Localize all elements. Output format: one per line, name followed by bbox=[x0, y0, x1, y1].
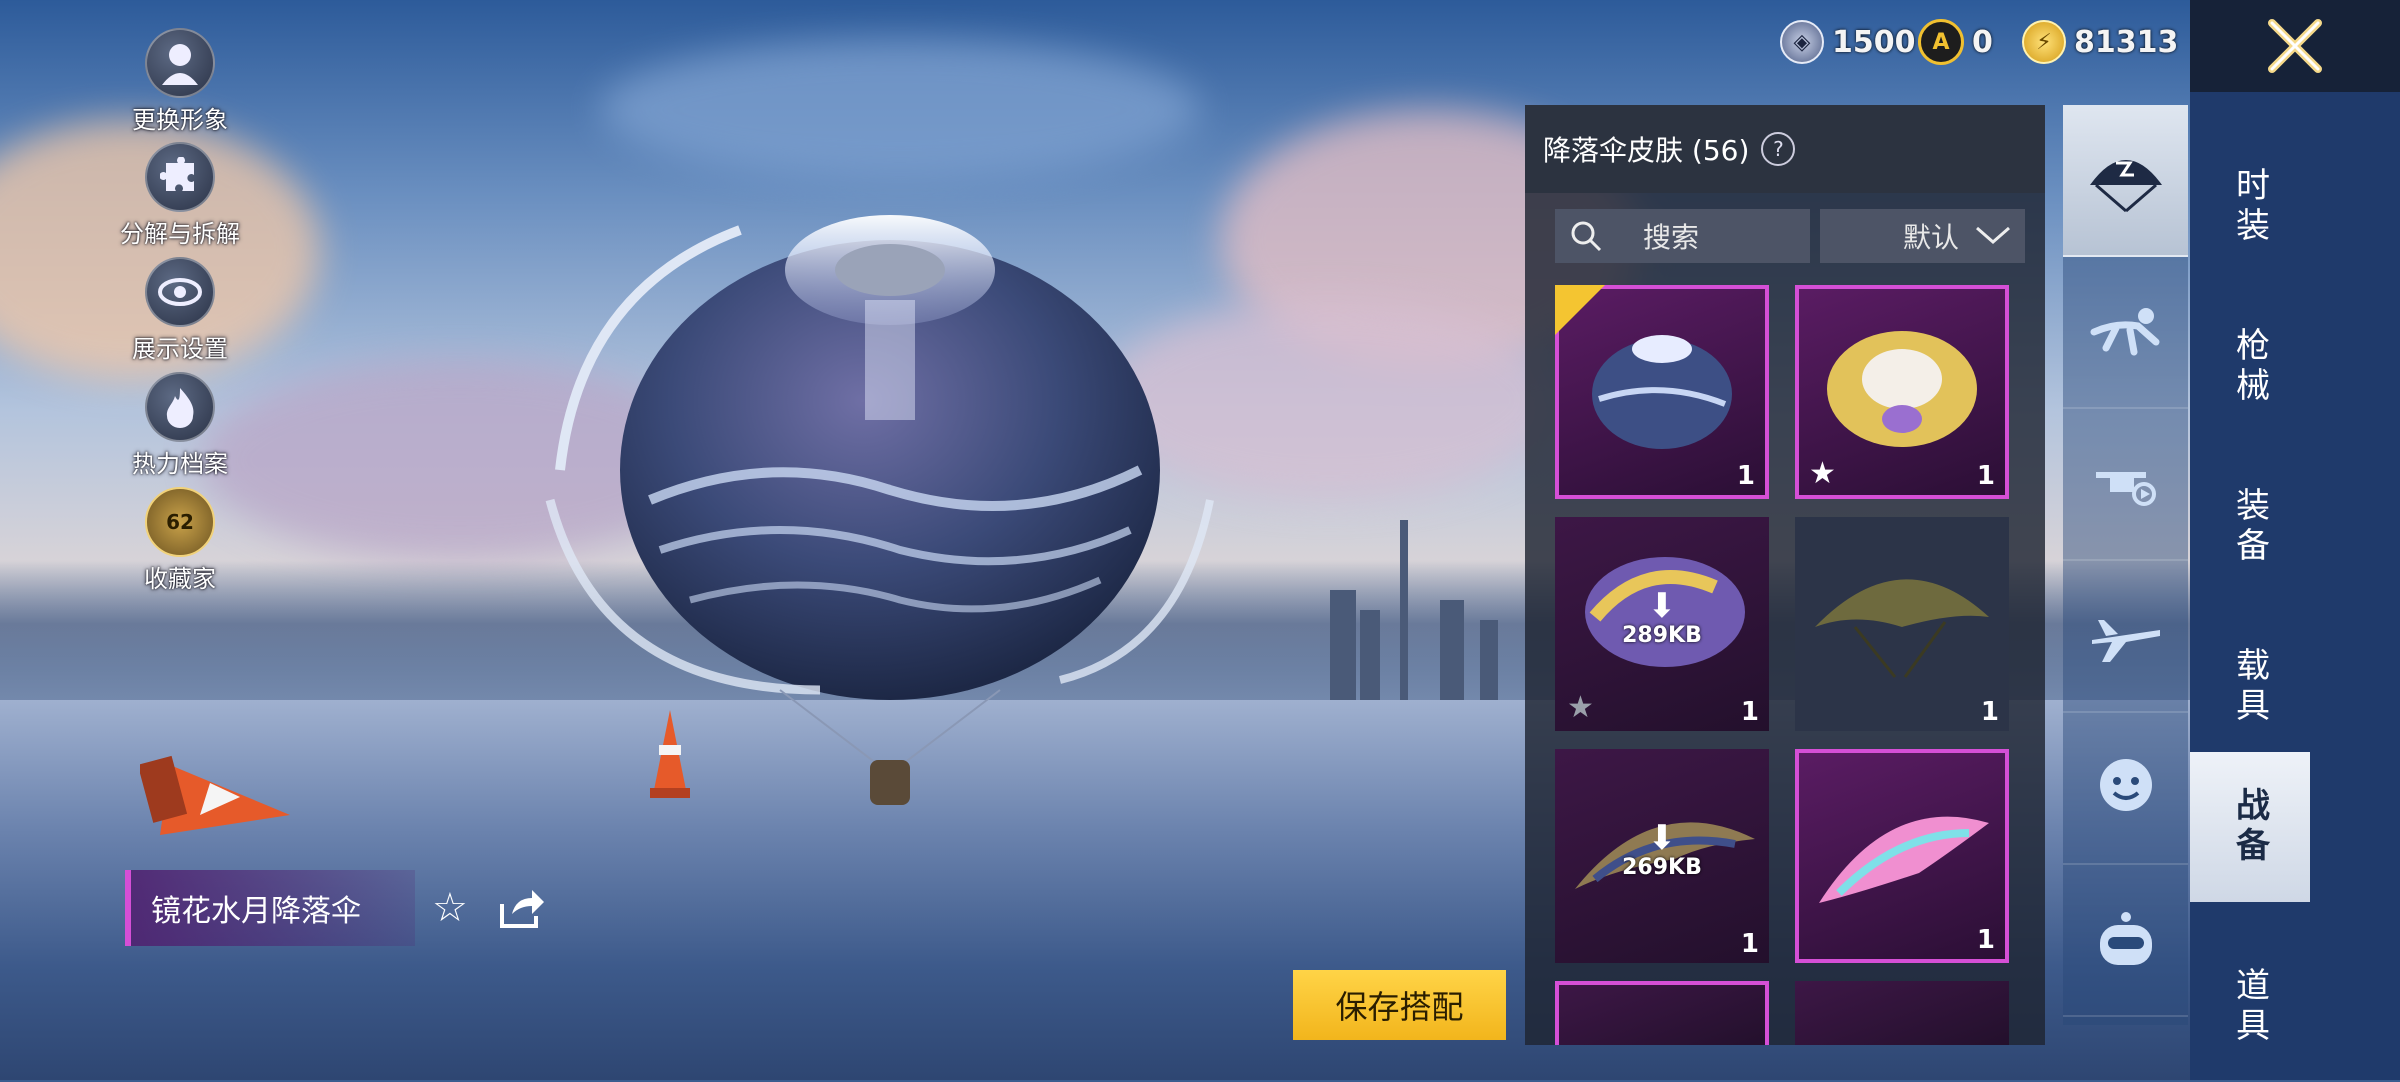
item-thumbnail bbox=[1815, 579, 1989, 678]
tab-label: 战备 bbox=[2229, 787, 2270, 867]
download-size: 269KB bbox=[1622, 855, 1702, 880]
category-column bbox=[2063, 105, 2188, 1025]
sort-label: 默认 bbox=[1902, 221, 1959, 254]
traffic-cone bbox=[650, 710, 690, 798]
item-card[interactable]: 1 bbox=[1795, 749, 2009, 963]
download-icon: ⬇ bbox=[1647, 586, 1677, 626]
collector-level: 62 bbox=[166, 510, 194, 534]
favorite-star-icon: ★ bbox=[1567, 690, 1594, 725]
item-card[interactable]: 1 bbox=[1555, 285, 1769, 499]
share-icon[interactable] bbox=[498, 888, 546, 930]
save-outfit-button[interactable]: 保存搭配 bbox=[1293, 970, 1506, 1040]
selected-check-icon bbox=[1555, 285, 1605, 335]
silver-coin-icon: ◈ bbox=[1780, 20, 1824, 64]
side-label: 收藏家 bbox=[144, 565, 216, 593]
item-card[interactable]: ⬇ 269KB 1 bbox=[1555, 749, 1769, 963]
search-box[interactable]: 搜索 bbox=[1555, 209, 1810, 263]
item-card[interactable]: ⬇ 289KB ★ 1 bbox=[1555, 517, 1769, 731]
tab-label: 载具 bbox=[2229, 647, 2270, 727]
category-robot[interactable] bbox=[2063, 865, 2188, 1017]
category-plane[interactable] bbox=[2063, 561, 2188, 713]
search-icon bbox=[1571, 221, 1602, 252]
category-skydive[interactable] bbox=[2063, 257, 2188, 409]
currency-value: 81313 bbox=[2074, 24, 2179, 60]
category-drone[interactable] bbox=[2063, 409, 2188, 561]
close-button[interactable] bbox=[2190, 0, 2400, 92]
category-emote[interactable] bbox=[2063, 713, 2188, 865]
tab-label: 道具 bbox=[2229, 967, 2270, 1047]
tab-column: 时装 枪械 装备 载具 战备 道具 bbox=[2190, 92, 2400, 1080]
side-item-display-settings[interactable]: 展示设置 bbox=[105, 257, 255, 364]
side-item-decompose[interactable]: 分解与拆解 bbox=[105, 142, 255, 249]
search-placeholder: 搜索 bbox=[1643, 221, 1700, 254]
download-icon: ⬇ bbox=[1647, 818, 1677, 858]
favorite-star-icon[interactable]: ☆ bbox=[432, 885, 468, 931]
tab-fashion[interactable]: 时装 bbox=[2190, 132, 2310, 282]
collector-badge-icon: 62 bbox=[145, 487, 215, 557]
currency-value: 0 bbox=[1972, 24, 1993, 60]
side-label: 热力档案 bbox=[132, 450, 228, 478]
tab-label: 装备 bbox=[2229, 487, 2270, 567]
side-label: 分解与拆解 bbox=[120, 220, 240, 248]
tab-vehicles[interactable]: 载具 bbox=[2190, 612, 2310, 762]
side-item-collector[interactable]: 62 收藏家 bbox=[105, 487, 255, 594]
side-label: 更换形象 bbox=[132, 106, 228, 134]
panel-title: 降落伞皮肤 (56) bbox=[1543, 134, 1750, 167]
skydive-icon bbox=[2090, 308, 2159, 356]
currency-value: 1500 bbox=[1832, 24, 1916, 60]
drone-icon bbox=[2095, 472, 2156, 506]
side-label: 展示设置 bbox=[132, 335, 228, 363]
skin-panel: 降落伞皮肤 (56) ? 搜索 默认 1 ★ 1 ⬇ 289KB ★ 1 1 ⬇ bbox=[1525, 105, 2045, 1045]
chevron-down-icon bbox=[1976, 226, 2010, 244]
tab-items[interactable]: 道具 bbox=[2190, 932, 2310, 1082]
tab-weapons[interactable]: 枪械 bbox=[2190, 292, 2310, 442]
download-overlay[interactable]: ⬇ 289KB bbox=[1555, 589, 1769, 648]
help-icon[interactable]: ? bbox=[1761, 132, 1796, 166]
item-card[interactable] bbox=[1555, 981, 1769, 1045]
panel-header: 降落伞皮肤 (56) ? bbox=[1525, 105, 2045, 193]
close-icon bbox=[2268, 19, 2322, 73]
parachute-icon bbox=[2089, 160, 2162, 213]
item-card[interactable]: ★ 1 bbox=[1795, 285, 2009, 499]
item-count: 1 bbox=[1736, 461, 1755, 491]
puzzle-icon bbox=[145, 142, 215, 212]
ag-coin-icon: A bbox=[1918, 19, 1964, 65]
tab-label: 时装 bbox=[2229, 167, 2270, 247]
tab-equipment[interactable]: 装备 bbox=[2190, 452, 2310, 602]
tab-gear[interactable]: 战备 bbox=[2190, 752, 2310, 902]
flame-icon bbox=[145, 372, 215, 442]
eye-icon bbox=[145, 257, 215, 327]
side-item-heat-profile[interactable]: 热力档案 bbox=[105, 372, 255, 479]
item-count: 1 bbox=[1976, 925, 1995, 955]
item-thumbnail bbox=[1819, 816, 1989, 903]
item-count: 1 bbox=[1740, 697, 1759, 727]
item-card[interactable] bbox=[1795, 981, 2009, 1045]
parachute-model bbox=[545, 215, 1214, 805]
category-parachute[interactable] bbox=[2063, 105, 2188, 257]
item-name-label: 镜花水月降落伞 bbox=[151, 894, 361, 929]
item-count: 1 bbox=[1980, 697, 1999, 727]
selected-item-name: 镜花水月降落伞 bbox=[125, 870, 415, 946]
fallen-traffic-cone bbox=[140, 755, 290, 835]
avatar-icon bbox=[145, 28, 215, 98]
currency-silver[interactable]: ◈ 1500 bbox=[1780, 20, 1916, 64]
favorite-star-icon: ★ bbox=[1809, 456, 1836, 491]
tab-label: 枪械 bbox=[2229, 327, 2270, 407]
item-count: 1 bbox=[1976, 461, 1995, 491]
sort-dropdown[interactable]: 默认 bbox=[1820, 209, 2025, 263]
emote-icon bbox=[2099, 759, 2152, 811]
bp-coin-icon: ⚡ bbox=[2022, 20, 2066, 64]
plane-icon bbox=[2091, 620, 2160, 662]
currency-ag[interactable]: A 0 bbox=[1918, 19, 1993, 65]
item-card[interactable]: 1 bbox=[1795, 517, 2009, 731]
robot-icon bbox=[2099, 912, 2152, 965]
download-size: 289KB bbox=[1622, 623, 1702, 648]
side-item-change-avatar[interactable]: 更换形象 bbox=[105, 28, 255, 135]
currency-bp[interactable]: ⚡ 81313 bbox=[2022, 20, 2178, 64]
download-overlay[interactable]: ⬇ 269KB bbox=[1555, 821, 1769, 880]
item-count: 1 bbox=[1740, 929, 1759, 959]
